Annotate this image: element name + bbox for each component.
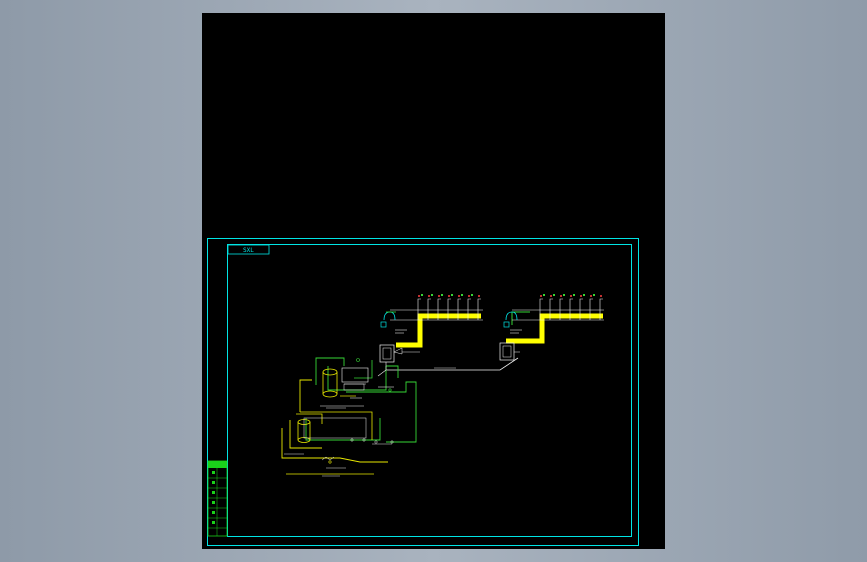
plant-room (281, 357, 417, 475)
riser-left (379, 294, 483, 363)
title-tag: SXL (243, 247, 254, 254)
side-title-block (207, 460, 228, 537)
inner-frame (227, 244, 632, 537)
cad-drawing-canvas: SXL (207, 238, 639, 546)
drawing-sheet: SXL (202, 13, 665, 549)
riser-right (499, 294, 604, 361)
annotation-marks (284, 329, 522, 477)
outer-frame (207, 238, 639, 546)
